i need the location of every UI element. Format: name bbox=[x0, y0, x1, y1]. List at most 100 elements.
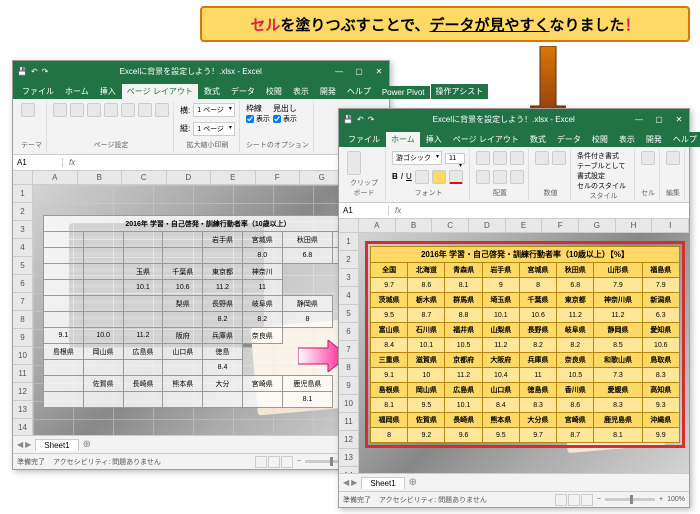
table-cell-value[interactable]: 8.4 bbox=[371, 338, 408, 353]
table-cell-value[interactable]: 11.2 bbox=[445, 368, 482, 383]
table-cell-value[interactable]: 8 bbox=[519, 278, 556, 293]
close-button[interactable]: ✕ bbox=[373, 67, 385, 76]
table-cell-value[interactable]: 11.2 bbox=[557, 308, 594, 323]
table-cell-pref[interactable]: 岐阜県 bbox=[557, 323, 594, 338]
italic-button[interactable]: I bbox=[401, 172, 403, 181]
view-buttons[interactable] bbox=[555, 494, 593, 506]
border-button[interactable] bbox=[415, 170, 429, 184]
font-name-dropdown[interactable]: 游ゴシック bbox=[392, 151, 442, 165]
table-cell-value[interactable]: 9.2 bbox=[408, 428, 445, 443]
table-cell-pref[interactable]: 大阪府 bbox=[482, 353, 519, 368]
print-area-button[interactable] bbox=[104, 103, 118, 117]
table-cell-value[interactable]: 8.8 bbox=[445, 308, 482, 323]
table-cell-value[interactable]: 8.6 bbox=[557, 398, 594, 413]
undo-icon[interactable]: ↶ bbox=[31, 67, 38, 76]
table-cell-value[interactable]: 10.5 bbox=[557, 368, 594, 383]
table-cell-pref[interactable]: 和歌山県 bbox=[594, 353, 642, 368]
margin-button[interactable] bbox=[53, 103, 67, 117]
name-box[interactable]: A1 bbox=[13, 158, 63, 167]
table-cell-value[interactable]: 8.1 bbox=[371, 398, 408, 413]
table-cell-pref[interactable]: 北海道 bbox=[408, 263, 445, 278]
tab-data[interactable]: データ bbox=[552, 132, 586, 147]
cell-style-button[interactable]: セルのスタイル bbox=[577, 181, 630, 191]
save-icon[interactable]: 💾 bbox=[343, 115, 353, 124]
tab-review[interactable]: 校閲 bbox=[261, 84, 287, 99]
redo-icon[interactable]: ↷ bbox=[42, 67, 49, 76]
table-cell-pref[interactable]: 鳥取県 bbox=[642, 353, 679, 368]
tab-dev[interactable]: 開発 bbox=[641, 132, 667, 147]
table-cell-pref[interactable]: 奈良県 bbox=[557, 353, 594, 368]
tab-formulas[interactable]: 数式 bbox=[525, 132, 551, 147]
table-cell-pref[interactable]: 広島県 bbox=[445, 383, 482, 398]
tab-tell[interactable]: 操作アシスト bbox=[431, 84, 489, 99]
table-cell-value[interactable]: 6.8 bbox=[557, 278, 594, 293]
view-buttons[interactable] bbox=[255, 456, 293, 468]
fill-color-button[interactable] bbox=[432, 170, 446, 184]
table-cell-value[interactable]: 9.5 bbox=[482, 428, 519, 443]
cond-format-button[interactable]: 条件付き書式 bbox=[577, 151, 630, 161]
table-cell-pref[interactable]: 福井県 bbox=[445, 323, 482, 338]
zoom-plus[interactable]: + bbox=[659, 496, 663, 503]
table-cell-value[interactable]: 6.3 bbox=[642, 308, 679, 323]
maximize-button[interactable]: ▢ bbox=[353, 67, 365, 76]
background-button[interactable] bbox=[138, 103, 152, 117]
table-cell-pref[interactable]: 新潟県 bbox=[642, 293, 679, 308]
table-cell-value[interactable]: 9.5 bbox=[408, 398, 445, 413]
sheet-nav-next[interactable]: ▶ bbox=[25, 440, 31, 449]
table-cell-pref[interactable]: 沖縄県 bbox=[642, 413, 679, 428]
table-cell-pref[interactable]: 長崎県 bbox=[445, 413, 482, 428]
scale-width-dropdown[interactable]: 1 ページ bbox=[193, 103, 235, 117]
table-cell-pref[interactable]: 宮崎県 bbox=[557, 413, 594, 428]
redo-icon[interactable]: ↷ bbox=[368, 115, 375, 124]
table-cell-value[interactable]: 7.9 bbox=[642, 278, 679, 293]
tab-help[interactable]: ヘルプ bbox=[342, 84, 376, 99]
minimize-button[interactable]: — bbox=[633, 115, 645, 124]
zoom-slider[interactable] bbox=[605, 498, 655, 501]
table-cell-pref[interactable]: 山形県 bbox=[594, 263, 642, 278]
sheet-area-2[interactable]: ABCDEFGHI 12345678910111213141516 2016年 … bbox=[339, 219, 689, 473]
select-all-corner[interactable] bbox=[13, 171, 33, 184]
yellow-data-table[interactable]: 2016年 学習・自己啓発・訓練行動者率（10歳以上）【%】 全国北海道青森県岩… bbox=[370, 246, 680, 443]
table-cell-pref[interactable]: 徳島県 bbox=[519, 383, 556, 398]
tab-formulas[interactable]: 数式 bbox=[199, 84, 225, 99]
table-cell-pref[interactable]: 山梨県 bbox=[482, 323, 519, 338]
close-button[interactable]: ✕ bbox=[673, 115, 685, 124]
name-box[interactable]: A1 bbox=[339, 206, 389, 215]
table-cell-pref[interactable]: 群馬県 bbox=[445, 293, 482, 308]
table-cell-value[interactable]: 11.2 bbox=[482, 338, 519, 353]
table-cell-pref[interactable]: 宮城県 bbox=[519, 263, 556, 278]
table-cell-value[interactable]: 10.1 bbox=[482, 308, 519, 323]
sheet-nav-prev[interactable]: ◀ bbox=[17, 440, 23, 449]
table-cell-value[interactable]: 9.9 bbox=[642, 428, 679, 443]
minimize-button[interactable]: — bbox=[333, 67, 345, 76]
sheet-nav-prev[interactable]: ◀ bbox=[343, 478, 349, 487]
table-cell-pref[interactable]: 島根県 bbox=[371, 383, 408, 398]
table-cell-pref[interactable]: 秋田県 bbox=[557, 263, 594, 278]
tab-home[interactable]: ホーム bbox=[60, 84, 94, 99]
table-cell-pref[interactable]: 愛媛県 bbox=[594, 383, 642, 398]
table-cell-pref[interactable]: 兵庫県 bbox=[519, 353, 556, 368]
sheet-tab[interactable]: Sheet1 bbox=[35, 439, 78, 451]
table-cell-pref[interactable]: 大分県 bbox=[519, 413, 556, 428]
break-button[interactable] bbox=[121, 103, 135, 117]
table-cell-value[interactable]: 10.4 bbox=[482, 368, 519, 383]
font-size-dropdown[interactable]: 11 bbox=[445, 153, 465, 164]
table-cell-value[interactable]: 11.2 bbox=[594, 308, 642, 323]
table-cell-pref[interactable]: 石川県 bbox=[408, 323, 445, 338]
tab-view[interactable]: 表示 bbox=[614, 132, 640, 147]
tab-dev[interactable]: 開発 bbox=[315, 84, 341, 99]
table-cell-pref[interactable]: 東京都 bbox=[557, 293, 594, 308]
table-cell-pref[interactable]: 千葉県 bbox=[519, 293, 556, 308]
tab-data[interactable]: データ bbox=[226, 84, 260, 99]
table-cell-value[interactable]: 9 bbox=[482, 278, 519, 293]
add-sheet-button[interactable]: ⊕ bbox=[409, 477, 417, 488]
tab-file[interactable]: ファイル bbox=[17, 84, 59, 99]
table-cell-pref[interactable]: 岡山県 bbox=[408, 383, 445, 398]
table-cell-pref[interactable]: 全国 bbox=[371, 263, 408, 278]
tab-view[interactable]: 表示 bbox=[288, 84, 314, 99]
sheet-area-1[interactable]: ABCDEFGH 12345678910111213141516 2016年 学… bbox=[13, 171, 389, 435]
table-cell-value[interactable]: 11 bbox=[519, 368, 556, 383]
table-cell-value[interactable]: 9.6 bbox=[445, 428, 482, 443]
table-cell-value[interactable]: 8.5 bbox=[594, 338, 642, 353]
table-cell-value[interactable]: 8.4 bbox=[482, 398, 519, 413]
